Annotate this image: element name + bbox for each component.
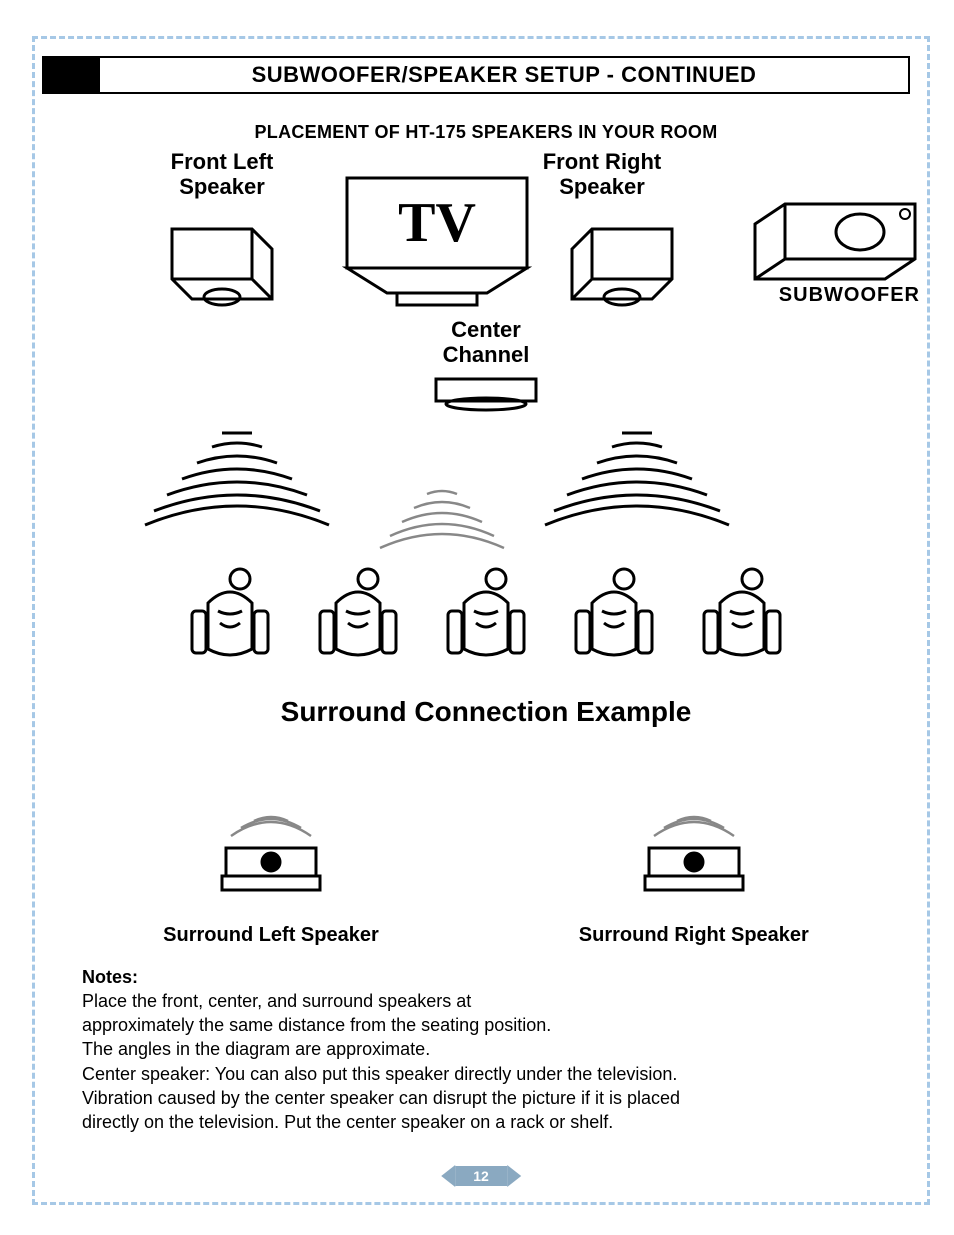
surround-connection-title: Surround Connection Example	[82, 696, 890, 728]
section-title: SUBWOOFER/SPEAKER SETUP - CONTINUED	[100, 62, 908, 88]
wave-front-left-icon	[142, 429, 332, 534]
page-badge-left-icon	[441, 1165, 455, 1187]
placement-title: PLACEMENT OF HT-175 SPEAKERS IN YOUR ROO…	[82, 122, 890, 143]
surround-right-speaker-icon	[629, 808, 759, 898]
notes-line: Center speaker: You can also put this sp…	[82, 1062, 890, 1086]
person-icon	[436, 561, 536, 666]
tv-illustration: TV	[342, 173, 532, 293]
audience-row	[82, 561, 890, 666]
label-front-left: Front Left Speaker	[142, 149, 302, 200]
label-front-right: Front Right Speaker	[512, 149, 692, 200]
person-icon	[308, 561, 408, 666]
surround-left-speaker-icon	[206, 808, 336, 898]
notes-line: The angles in the diagram are approximat…	[82, 1037, 890, 1061]
surround-right-col: Surround Right Speaker	[579, 808, 809, 947]
wave-front-right-icon	[542, 429, 732, 534]
notes-heading: Notes:	[82, 965, 890, 989]
label-center-channel: Center Channel	[421, 317, 551, 368]
page-content: SUBWOOFER/SPEAKER SETUP - CONTINUED PLAC…	[32, 36, 930, 1205]
surround-speakers-row: Surround Left Speaker Surround Right Spe…	[82, 808, 890, 947]
label-surround-right: Surround Right Speaker	[579, 923, 809, 947]
person-icon	[564, 561, 664, 666]
tv-label: TV	[398, 192, 476, 254]
person-icon	[692, 561, 792, 666]
person-icon	[180, 561, 280, 666]
notes-line: Vibration caused by the center speaker c…	[82, 1086, 890, 1110]
page-badge-right-icon	[507, 1165, 521, 1187]
label-surround-left: Surround Left Speaker	[163, 923, 379, 947]
page-number-badge: 12	[441, 1165, 521, 1187]
front-left-speaker-icon	[162, 219, 282, 324]
page-number: 12	[455, 1166, 507, 1186]
center-speaker-icon	[82, 374, 890, 419]
section-title-bar: SUBWOOFER/SPEAKER SETUP - CONTINUED	[42, 56, 910, 94]
label-subwoofer: SUBWOOFER	[779, 284, 920, 307]
placement-diagram: Front Left Speaker Front Right Speaker T…	[82, 149, 890, 329]
notes-line: Place the front, center, and surround sp…	[82, 989, 890, 1013]
notes-section: Notes: Place the front, center, and surr…	[82, 965, 890, 1135]
notes-line: approximately the same distance from the…	[82, 1013, 890, 1037]
soundwave-row	[82, 429, 890, 569]
surround-left-col: Surround Left Speaker	[163, 808, 379, 947]
notes-line: directly on the television. Put the cent…	[82, 1110, 890, 1134]
wave-center-icon	[372, 484, 512, 559]
subwoofer-icon	[750, 199, 920, 294]
section-title-blackbox	[44, 58, 100, 92]
front-right-speaker-icon	[562, 219, 682, 324]
